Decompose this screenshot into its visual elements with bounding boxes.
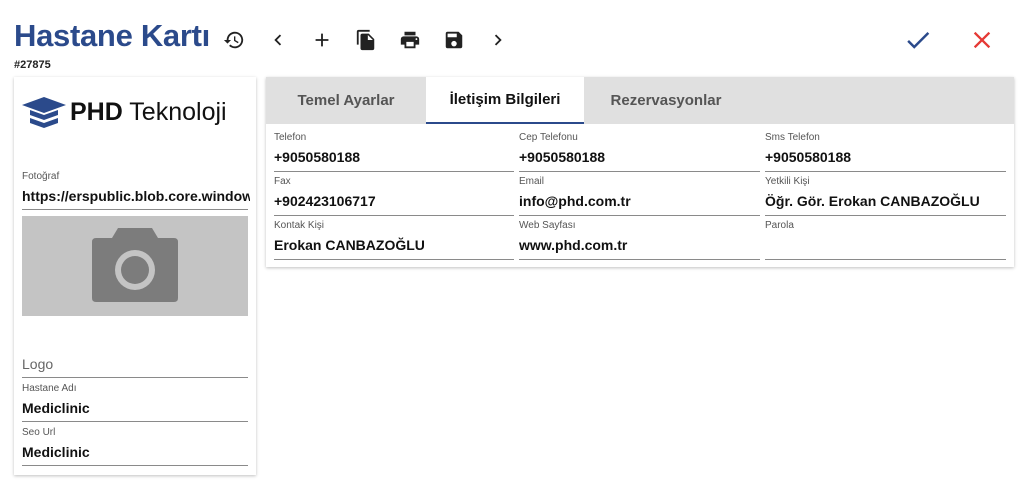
email-field[interactable]: info@phd.com.tr <box>519 193 760 209</box>
website-field[interactable]: www.phd.com.tr <box>519 237 760 253</box>
print-icon <box>400 31 420 49</box>
tab-contact-info[interactable]: İletişim Bilgileri <box>426 77 584 124</box>
hospital-name-label: Hastane Adı <box>22 383 77 394</box>
previous-button[interactable] <box>264 26 292 54</box>
camera-icon <box>92 228 178 302</box>
logo-field[interactable]: Logo <box>22 356 53 372</box>
logo-field-underline <box>22 377 248 378</box>
password-underline <box>765 259 1006 260</box>
history-button[interactable] <box>220 26 248 54</box>
plus-icon <box>315 33 329 47</box>
sms-phone-field[interactable]: +9050580188 <box>765 149 1006 165</box>
hospital-name-underline <box>22 421 248 422</box>
print-button[interactable] <box>396 26 424 54</box>
record-id: #27875 <box>14 59 51 71</box>
hospital-detail-card: Temel Ayarlar İletişim Bilgileri Rezerva… <box>266 77 1014 267</box>
logo-light: Teknoloji <box>129 98 227 126</box>
check-icon <box>907 32 930 49</box>
page-header: Hastane Kartı #27875 <box>0 0 1028 76</box>
close-icon <box>973 31 991 49</box>
website-underline <box>519 259 760 260</box>
mobile-label: Cep Telefonu <box>519 132 578 143</box>
photo-label: Fotoğraf <box>22 171 60 182</box>
sms-phone-underline <box>765 171 1006 172</box>
cancel-button[interactable] <box>966 24 998 56</box>
next-button[interactable] <box>484 26 512 54</box>
seo-url-label: Seo Url <box>22 427 56 438</box>
add-button[interactable] <box>308 26 336 54</box>
phone-field[interactable]: +9050580188 <box>274 149 514 165</box>
company-logo: PHD Teknoloji <box>22 95 250 131</box>
phone-label: Telefon <box>274 132 307 143</box>
fax-field[interactable]: +902423106717 <box>274 193 514 209</box>
seo-url-underline <box>22 465 248 466</box>
chevron-left-icon <box>274 34 282 46</box>
email-underline <box>519 215 760 216</box>
seo-url-field[interactable]: Mediclinic <box>22 444 248 460</box>
photo-placeholder[interactable] <box>22 216 248 316</box>
sms-phone-label: Sms Telefon <box>765 132 820 143</box>
phone-underline <box>274 171 514 172</box>
confirm-button[interactable] <box>902 24 934 56</box>
fax-underline <box>274 215 514 216</box>
copy-icon <box>356 29 375 51</box>
website-label: Web Sayfası <box>519 220 576 231</box>
copy-button[interactable] <box>352 26 380 54</box>
contact-person-field[interactable]: Erokan CANBAZOĞLU <box>274 237 514 253</box>
mobile-underline <box>519 171 760 172</box>
contact-person-underline <box>274 259 514 260</box>
authorized-person-field[interactable]: Öğr. Gör. Erokan CANBAZOĞLU <box>765 193 1006 209</box>
hospital-name-field[interactable]: Mediclinic <box>22 400 248 416</box>
fax-label: Fax <box>274 176 291 187</box>
photo-url-field[interactable]: https://erspublic.blob.core.windows <box>22 188 250 204</box>
tab-basic-settings[interactable]: Temel Ayarlar <box>266 77 426 124</box>
save-button[interactable] <box>440 26 468 54</box>
password-label: Parola <box>765 220 794 231</box>
page-title: Hastane Kartı <box>14 18 210 53</box>
authorized-person-label: Yetkili Kişi <box>765 176 810 187</box>
chevron-right-icon <box>494 34 502 46</box>
hospital-summary-card: PHD Teknoloji Fotoğraf https://erspublic… <box>14 77 256 475</box>
mobile-field[interactable]: +9050580188 <box>519 149 760 165</box>
authorized-person-underline <box>765 215 1006 216</box>
logo-bold: PHD <box>70 98 123 126</box>
email-label: Email <box>519 176 545 187</box>
photo-field-underline <box>22 209 248 210</box>
tab-bar: Temel Ayarlar İletişim Bilgileri Rezerva… <box>266 77 1014 124</box>
save-icon <box>445 31 463 49</box>
tab-reservations[interactable]: Rezervasyonlar <box>584 77 748 124</box>
graduation-cap-icon <box>22 97 66 128</box>
history-icon <box>223 31 244 49</box>
contact-person-label: Kontak Kişi <box>274 220 325 231</box>
